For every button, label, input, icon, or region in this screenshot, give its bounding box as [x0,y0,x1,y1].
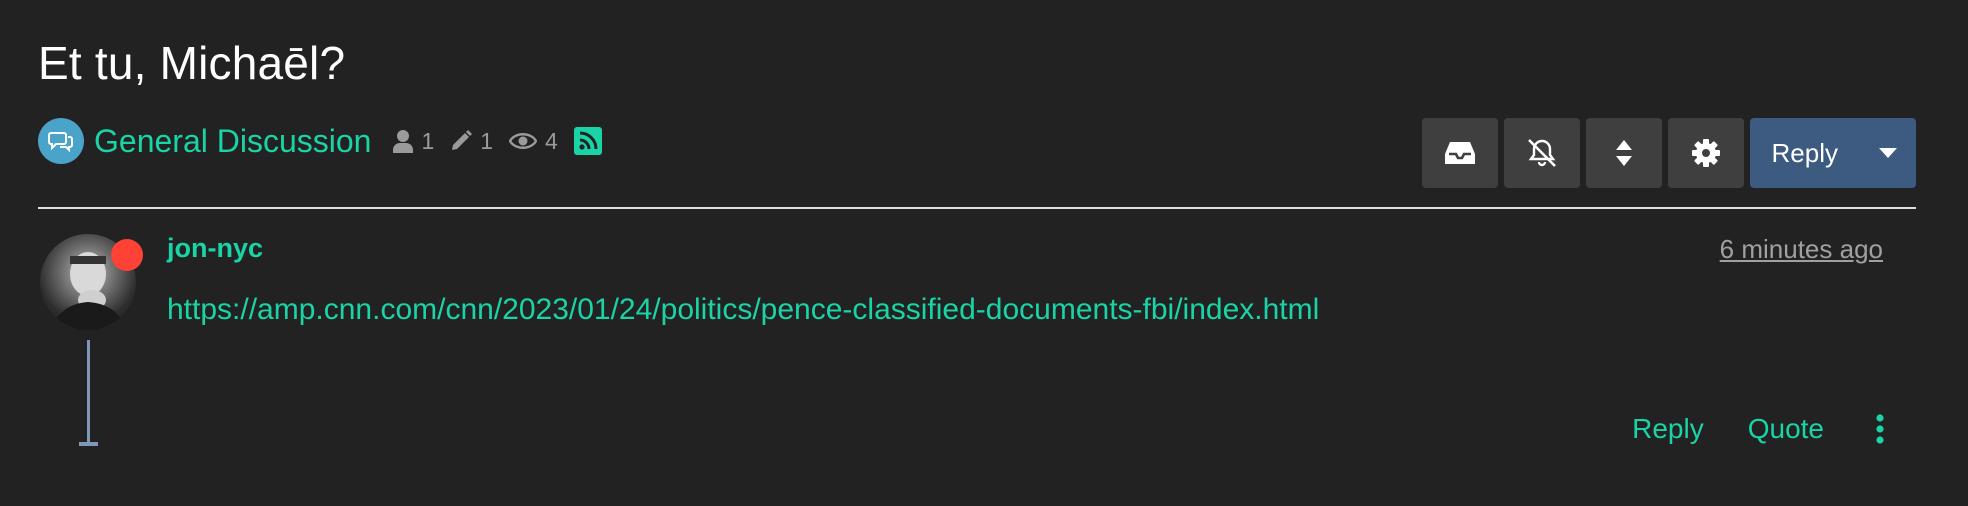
post-reply-button[interactable]: Reply [1632,413,1704,445]
header-divider [38,207,1916,209]
category-link[interactable]: General Discussion [94,123,371,160]
bell-slash-icon [1527,139,1556,167]
views-value: 4 [545,127,558,154]
post-url-link[interactable]: https://amp.cnn.com/cnn/2023/01/24/polit… [167,293,1319,327]
gear-icon [1691,139,1720,167]
reply-button[interactable]: Reply [1750,118,1860,188]
post-timestamp[interactable]: 6 minutes ago [1720,234,1883,265]
posts-count: 1 [450,128,493,155]
quote-button[interactable]: Quote [1748,413,1824,445]
posters-count: 1 [393,128,434,155]
sort-icon [1615,140,1632,166]
posters-value: 1 [421,127,435,154]
views-count: 4 [509,128,558,155]
rss-icon[interactable] [573,127,602,155]
more-options-icon[interactable] [1872,412,1888,446]
mark-unread-button[interactable] [1421,118,1498,188]
settings-button[interactable] [1667,118,1744,188]
author-avatar[interactable] [40,234,143,332]
topic-meta: General Discussion 1 1 4 [38,117,602,165]
posts-value: 1 [480,127,494,154]
watch-button[interactable] [1503,118,1580,188]
online-status-badge [111,239,143,271]
topic-toolbar: Reply [1416,118,1916,188]
eye-icon [509,133,538,149]
inbox-icon [1444,142,1475,164]
timeline-line [87,340,90,444]
timeline-end [79,442,98,446]
topic-title: Et tu, Michaēl? [38,37,346,89]
reply-split-button[interactable]: Reply [1749,118,1916,188]
pencil-icon [452,130,473,150]
chevron-down-icon[interactable] [1860,118,1916,188]
sort-button[interactable] [1585,118,1662,188]
comments-icon[interactable] [38,118,84,164]
user-icon [393,130,414,153]
post-actions: Reply Quote [1588,409,1888,449]
author-username[interactable]: jon-nyc [167,233,263,264]
topic-page: Et tu, Michaēl? General Discussion 1 1 4… [0,0,1968,506]
